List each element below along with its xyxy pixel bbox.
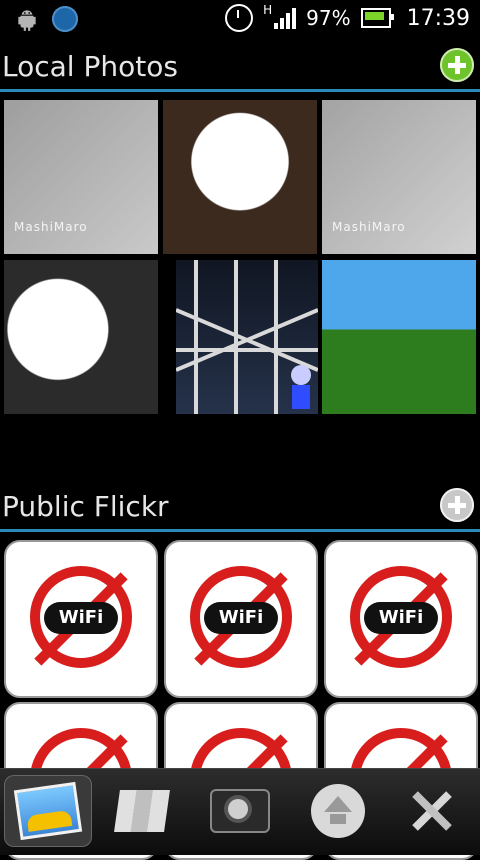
bridge-lines — [176, 260, 318, 414]
clock: 17:39 — [406, 5, 470, 31]
local-photos-title: Local Photos — [2, 50, 178, 83]
photo-thumbnail[interactable] — [163, 100, 317, 254]
photo-thumbnail[interactable]: MashiMaro — [4, 100, 158, 254]
upload-tab[interactable] — [294, 775, 382, 847]
camera-icon — [210, 789, 270, 833]
settings-tab[interactable] — [388, 775, 476, 847]
flickr-image-text: WiFi — [364, 602, 438, 634]
camera-tab[interactable] — [196, 775, 284, 847]
battery-percent: 97% — [306, 6, 351, 30]
public-flickr-header: Public Flickr — [0, 484, 480, 532]
flickr-image-text: WiFi — [204, 602, 278, 634]
add-local-photo-button[interactable] — [440, 48, 474, 82]
bottom-toolbar — [0, 768, 480, 855]
section-divider — [0, 529, 480, 532]
public-flickr-title: Public Flickr — [2, 490, 169, 523]
photo-label: MashiMaro — [332, 220, 406, 234]
flickr-image[interactable]: WiFi — [164, 540, 318, 698]
photo-thumbnail[interactable] — [176, 260, 318, 414]
upload-icon — [311, 784, 365, 838]
photo-thumbnail[interactable] — [322, 260, 476, 414]
status-bar: H 97% 17:39 — [0, 0, 480, 38]
add-flickr-button[interactable] — [440, 488, 474, 522]
gallery-icon — [13, 781, 83, 841]
flickr-grid: WiFi WiFi WiFi — [0, 540, 480, 860]
battery-icon — [360, 8, 394, 28]
signal-icon — [274, 7, 297, 29]
section-divider — [0, 89, 480, 92]
map-tab[interactable] — [98, 775, 186, 847]
gallery-tab[interactable] — [4, 775, 92, 847]
photo-label: MashiMaro — [14, 220, 88, 234]
globe-icon — [52, 6, 78, 32]
flickr-image[interactable]: WiFi — [324, 540, 478, 698]
flickr-image-text: WiFi — [44, 602, 118, 634]
local-photos-grid: MashiMaro MashiMaro — [0, 100, 480, 418]
photo-thumbnail[interactable] — [4, 260, 158, 414]
tools-icon — [406, 785, 458, 837]
flickr-image[interactable]: WiFi — [4, 540, 158, 698]
map-icon — [114, 790, 170, 832]
alarm-icon — [225, 4, 254, 32]
photo-thumbnail[interactable]: MashiMaro — [322, 100, 476, 254]
android-icon — [18, 10, 36, 31]
local-photos-header: Local Photos — [0, 44, 480, 92]
network-type: H — [263, 3, 273, 17]
